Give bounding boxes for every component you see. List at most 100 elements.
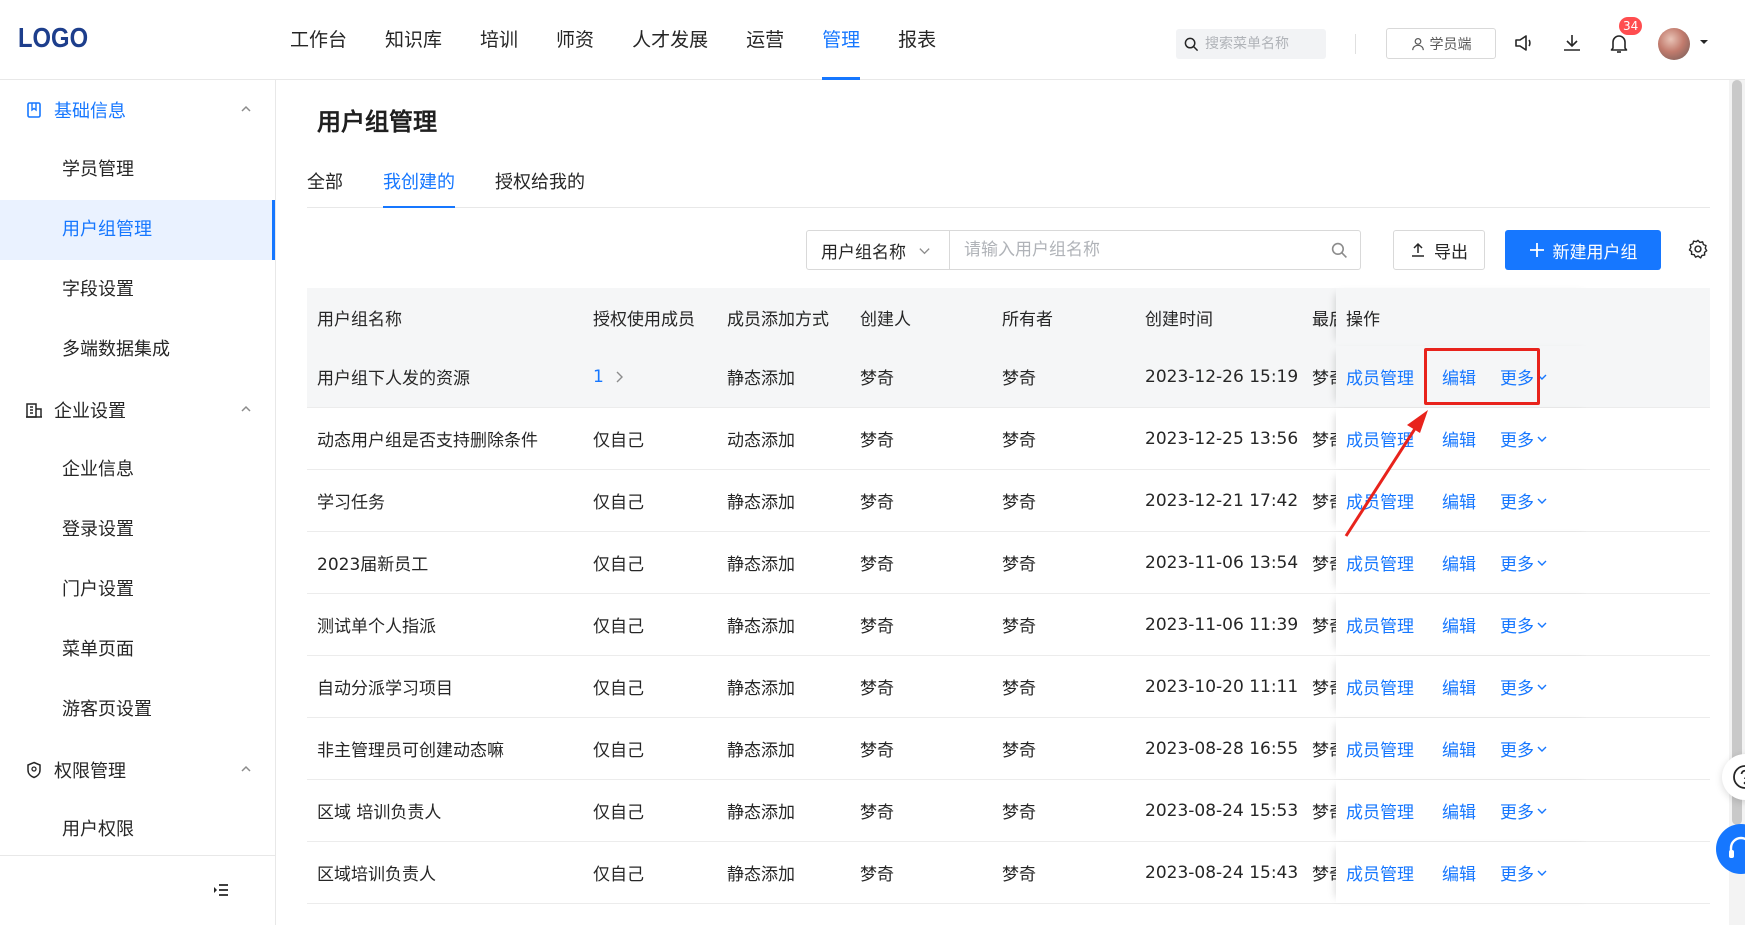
table-row[interactable]: 区域培训负责人 仅自己 静态添加 梦奇 梦奇 2023-08-24 15:43 … (307, 842, 1710, 904)
student-portal-button[interactable]: 学员端 (1386, 28, 1496, 59)
search-icon[interactable] (1331, 242, 1348, 259)
more-dropdown[interactable]: 更多 (1500, 798, 1548, 823)
auth-member-count: 1 (593, 366, 604, 387)
nav-training[interactable]: 培训 (480, 0, 518, 80)
creator: 梦奇 (860, 617, 894, 637)
filter-field-select[interactable]: 用户组名称 (807, 231, 950, 269)
table-row[interactable]: 学习任务 仅自己 静态添加 梦奇 梦奇 2023-12-21 17:42 梦奇 … (307, 470, 1710, 532)
nav-reports[interactable]: 报表 (898, 0, 936, 80)
collapse-menu-icon[interactable] (212, 881, 230, 899)
table-row[interactable]: 2023届新员工 仅自己 静态添加 梦奇 梦奇 2023-11-06 13:54… (307, 532, 1710, 594)
member-management-link[interactable]: 成员管理 (1346, 426, 1442, 451)
member-management-link[interactable]: 成员管理 (1346, 488, 1442, 513)
sidebar-item-portal[interactable]: 门户设置 (0, 560, 275, 620)
auth-member-text: 仅自己 (593, 741, 644, 761)
more-label: 更多 (1500, 679, 1534, 699)
export-label: 导出 (1434, 242, 1468, 263)
add-mode: 静态添加 (727, 865, 795, 885)
sidebar-group-permissions[interactable]: 权限管理 (0, 740, 275, 800)
nav-workbench[interactable]: 工作台 (290, 0, 347, 80)
highlight-box (1424, 348, 1540, 405)
sidebar-item-enterprise-info[interactable]: 企业信息 (0, 440, 275, 500)
row-actions: 成员管理 编辑 更多 (1336, 532, 1596, 593)
edit-link[interactable]: 编辑 (1442, 736, 1500, 761)
more-label: 更多 (1500, 493, 1534, 513)
edit-link[interactable]: 编辑 (1442, 488, 1500, 513)
table-row[interactable]: 动态用户组是否支持删除条件 仅自己 动态添加 梦奇 梦奇 2023-12-25 … (307, 408, 1710, 470)
member-management-link[interactable]: 成员管理 (1346, 736, 1442, 761)
more-dropdown[interactable]: 更多 (1500, 674, 1548, 699)
nav-knowledge[interactable]: 知识库 (385, 0, 442, 80)
upload-icon (1412, 242, 1424, 257)
edit-link[interactable]: 编辑 (1442, 426, 1500, 451)
table-row[interactable]: 测试单个人指派 仅自己 静态添加 梦奇 梦奇 2023-11-06 11:39 … (307, 594, 1710, 656)
member-management-link[interactable]: 成员管理 (1346, 674, 1442, 699)
member-management-link[interactable]: 成员管理 (1346, 860, 1442, 885)
more-dropdown[interactable]: 更多 (1500, 612, 1548, 637)
col-header-name: 用户组名称 (317, 309, 402, 330)
table-row[interactable]: 自动分派学习项目 仅自己 静态添加 梦奇 梦奇 2023-10-20 11:11… (307, 656, 1710, 718)
edit-link[interactable]: 编辑 (1442, 612, 1500, 637)
caret-down-icon[interactable] (1698, 36, 1710, 48)
table-row[interactable]: 区域 培训负责人 仅自己 静态添加 梦奇 梦奇 2023-08-24 15:53… (307, 780, 1710, 842)
chevron-up-icon (241, 765, 251, 772)
more-dropdown[interactable]: 更多 (1500, 736, 1548, 761)
sidebar-item-fields[interactable]: 字段设置 (0, 260, 275, 320)
auth-members-cell: 仅自己 (593, 780, 713, 841)
sidebar-item-guest-page[interactable]: 游客页设置 (0, 680, 275, 740)
more-dropdown[interactable]: 更多 (1500, 426, 1548, 451)
sidebar-group-basic-info[interactable]: 基础信息 (0, 80, 275, 140)
user-icon (1411, 37, 1424, 50)
edit-link[interactable]: 编辑 (1442, 550, 1500, 575)
chevron-right-icon (616, 371, 623, 382)
gear-icon[interactable] (1687, 238, 1709, 260)
sidebar-item-login[interactable]: 登录设置 (0, 500, 275, 560)
table-row[interactable]: 非主管理员可创建动态嘛 仅自己 静态添加 梦奇 梦奇 2023-08-28 16… (307, 718, 1710, 780)
tab-authorized-to-me[interactable]: 授权给我的 (495, 168, 585, 207)
auth-member-link[interactable]: 1 (593, 367, 626, 387)
sidebar-item-user-groups[interactable]: 用户组管理 (0, 200, 275, 260)
row-actions: 成员管理 编辑 更多 (1336, 780, 1596, 841)
edit-link[interactable]: 编辑 (1442, 860, 1500, 885)
group-name-search-input[interactable] (964, 240, 1294, 260)
sidebar-item-menu-page[interactable]: 菜单页面 (0, 620, 275, 680)
download-icon[interactable] (1559, 30, 1585, 56)
main-content: 用户组管理 全部 我创建的 授权给我的 用户组名称 导出 新建用户组 用户组名称… (276, 80, 1745, 925)
add-mode: 静态添加 (727, 803, 795, 823)
more-dropdown[interactable]: 更多 (1500, 550, 1548, 575)
sidebar-item-data-integration[interactable]: 多端数据集成 (0, 320, 275, 380)
help-float-button[interactable] (1722, 754, 1745, 800)
menu-search-input[interactable] (1205, 36, 1325, 52)
tab-all[interactable]: 全部 (307, 168, 343, 207)
nav-operations[interactable]: 运营 (746, 0, 784, 80)
chevron-down-icon (1537, 746, 1547, 752)
scrollbar-thumb[interactable] (1732, 80, 1742, 825)
menu-search[interactable] (1176, 29, 1326, 59)
edit-link[interactable]: 编辑 (1442, 798, 1500, 823)
member-management-link[interactable]: 成员管理 (1346, 550, 1442, 575)
edit-link[interactable]: 编辑 (1442, 674, 1500, 699)
member-management-link[interactable]: 成员管理 (1346, 612, 1442, 637)
sidebar-group-label: 基础信息 (54, 101, 126, 122)
nav-talent[interactable]: 人才发展 (632, 0, 708, 80)
group-name: 区域 培训负责人 (317, 803, 442, 823)
member-management-link[interactable]: 成员管理 (1346, 798, 1442, 823)
nav-management[interactable]: 管理 (822, 0, 861, 80)
created-time: 2023-08-28 16:55 (1145, 738, 1299, 759)
more-label: 更多 (1500, 617, 1534, 637)
logo[interactable]: LOGO (18, 22, 88, 54)
sidebar-group-enterprise[interactable]: 企业设置 (0, 380, 275, 440)
sidebar-item-students[interactable]: 学员管理 (0, 140, 275, 200)
customer-service-float-button[interactable] (1716, 824, 1745, 874)
new-user-group-button[interactable]: 新建用户组 (1505, 230, 1661, 270)
owner: 梦奇 (1002, 865, 1036, 885)
avatar[interactable] (1658, 28, 1690, 60)
sidebar-item-user-permissions[interactable]: 用户权限 (0, 800, 275, 860)
more-dropdown[interactable]: 更多 (1500, 860, 1548, 885)
created-time: 2023-12-21 17:42 (1145, 490, 1299, 511)
more-dropdown[interactable]: 更多 (1500, 488, 1548, 513)
tab-created-by-me[interactable]: 我创建的 (383, 168, 455, 208)
nav-teachers[interactable]: 师资 (556, 0, 594, 80)
speaker-icon[interactable] (1511, 30, 1537, 56)
export-button[interactable]: 导出 (1393, 230, 1485, 270)
